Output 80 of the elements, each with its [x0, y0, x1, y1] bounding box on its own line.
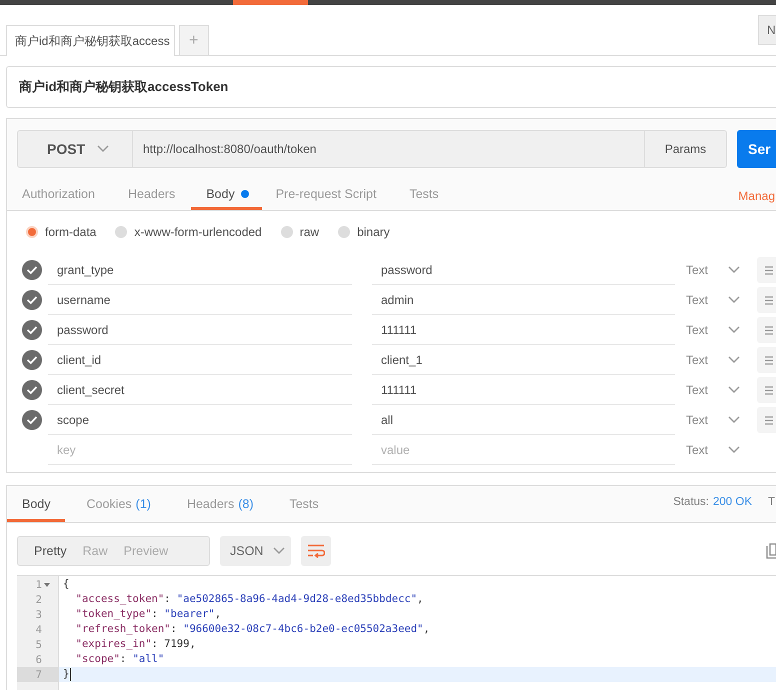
chevron-down-icon[interactable] [728, 356, 740, 364]
radio-button[interactable] [280, 226, 293, 238]
key-field[interactable]: grant_type [48, 255, 352, 285]
value-field[interactable]: all [372, 405, 675, 435]
status-label: Status: [673, 496, 709, 508]
drag-handle-icon[interactable] [765, 416, 773, 424]
request-name: 商户id和商户秘钥获取accessToken [6, 66, 776, 108]
chevron-down-icon[interactable] [728, 296, 740, 304]
checkbox[interactable] [22, 380, 42, 400]
line-number: 6 [36, 654, 42, 666]
radio-label[interactable]: form-data [45, 225, 96, 239]
key-field[interactable]: password [48, 315, 352, 345]
chevron-down-icon[interactable] [728, 386, 740, 394]
params-button[interactable]: Params [645, 130, 727, 168]
checkbox[interactable] [22, 260, 42, 280]
drag-handle-icon[interactable] [765, 386, 773, 394]
type-dropdown[interactable]: Text [686, 435, 740, 465]
value-field[interactable]: 111111 [372, 315, 675, 345]
method-dropdown[interactable]: POST [17, 130, 133, 168]
code-line: "scope": "all" [74, 652, 164, 667]
wrap-lines-icon[interactable] [307, 544, 325, 558]
format-dropdown[interactable]: JSON [220, 536, 291, 566]
send-button[interactable]: Ser [737, 130, 776, 168]
code-line: } [62, 667, 70, 682]
radio-button[interactable] [26, 226, 38, 238]
chevron-down-icon[interactable] [728, 416, 740, 424]
drag-handle-icon[interactable] [765, 326, 773, 334]
copy-icon[interactable] [766, 543, 776, 559]
key-field[interactable]: client_secret [48, 375, 352, 405]
value-field[interactable]: 111111 [372, 375, 675, 405]
code-line: { [62, 577, 70, 592]
chevron-down-icon[interactable] [273, 547, 286, 555]
time-label: T [768, 496, 776, 508]
code-line: "token_type": "bearer", [74, 607, 222, 622]
checkbox[interactable] [22, 290, 42, 310]
type-dropdown[interactable]: Text [686, 285, 740, 315]
key-field[interactable]: client_id [48, 345, 352, 375]
checkbox[interactable] [22, 350, 42, 370]
drag-handle-icon[interactable] [765, 296, 773, 304]
status-value: 200 OK [713, 496, 752, 508]
radio-button[interactable] [338, 226, 350, 238]
view-mode-button[interactable]: Pretty [18, 537, 67, 565]
url-field[interactable]: http://localhost:8080/oauth/token [133, 130, 645, 168]
type-dropdown[interactable]: Text [686, 315, 740, 345]
radio-label[interactable]: x-www-form-urlencoded [134, 225, 262, 239]
chevron-down-icon[interactable] [728, 266, 740, 274]
fold-icon[interactable] [44, 582, 50, 586]
chevron-down-icon[interactable] [97, 145, 110, 153]
type-dropdown[interactable]: Text [686, 405, 740, 435]
code-line: "access_token": "ae502865-8a96-4ad4-9d28-e8ed35bbdecc", [74, 592, 424, 607]
radio-label[interactable]: binary [357, 225, 390, 239]
request-tab[interactable]: 商户id和商户秘钥获取access [6, 25, 175, 56]
type-dropdown[interactable]: Text [686, 375, 740, 405]
request-section-tab[interactable]: Body [191, 177, 262, 210]
key-field[interactable]: scope [48, 405, 352, 435]
line-number: 1 [36, 578, 42, 590]
code-line: "expires_in": 7199, [74, 637, 196, 652]
line-number: 2 [36, 594, 42, 606]
chevron-down-icon[interactable] [728, 446, 740, 454]
type-dropdown[interactable]: Text [686, 255, 740, 285]
type-dropdown[interactable]: Text [686, 345, 740, 375]
value-field[interactable]: client_1 [372, 345, 675, 375]
text-cursor [70, 668, 72, 681]
line-number: 3 [36, 608, 42, 620]
chevron-down-icon[interactable] [728, 326, 740, 334]
drag-handle-icon[interactable] [765, 356, 773, 364]
radio-label[interactable]: raw [300, 225, 320, 239]
checkbox[interactable] [22, 410, 42, 430]
response-tab[interactable]: Body [7, 486, 64, 522]
new-button[interactable]: N [758, 15, 776, 45]
drag-handle-icon[interactable] [765, 266, 773, 274]
radio-button[interactable] [115, 226, 128, 238]
line-number: 7 [36, 668, 42, 680]
line-number: 5 [36, 638, 42, 650]
value-field[interactable]: password [372, 255, 675, 285]
code-line: "refresh_token": "96600e32-08c7-4bc6-b2e0-ec05502a3eed", [74, 622, 430, 637]
line-number: 4 [36, 624, 42, 636]
checkbox[interactable] [22, 320, 42, 340]
key-field[interactable]: username [48, 285, 352, 315]
value-field[interactable]: admin [372, 285, 675, 315]
